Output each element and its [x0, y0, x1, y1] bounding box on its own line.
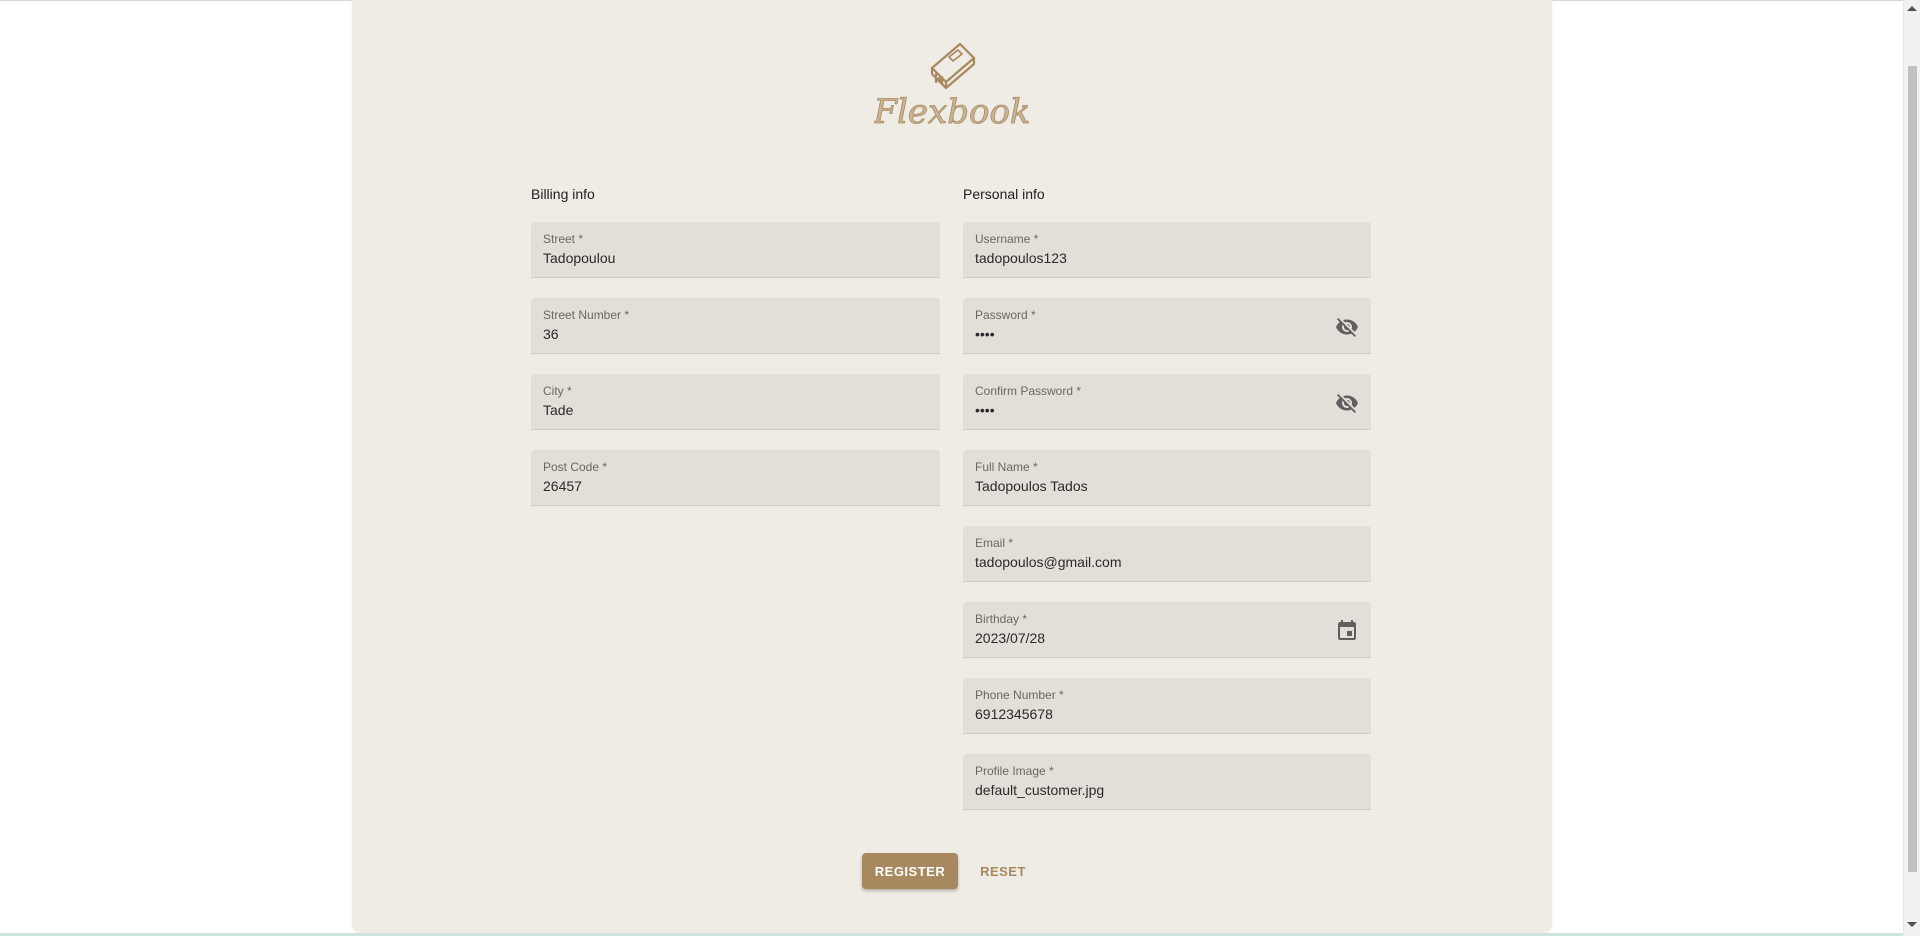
- street-field[interactable]: Street *: [531, 222, 940, 278]
- street-number-field[interactable]: Street Number *: [531, 298, 940, 354]
- calendar-icon[interactable]: [1335, 619, 1359, 643]
- full-name-label: Full Name *: [975, 460, 1038, 474]
- street-input[interactable]: [543, 250, 863, 266]
- confirm-password-input[interactable]: [975, 402, 1295, 418]
- post-code-input[interactable]: [543, 478, 863, 494]
- username-input[interactable]: [975, 250, 1295, 266]
- street-label: Street *: [543, 232, 584, 246]
- street-number-label: Street Number *: [543, 308, 630, 322]
- confirm-password-label: Confirm Password *: [975, 384, 1082, 398]
- email-label: Email *: [975, 536, 1014, 550]
- brand-wordmark: Flexbook: [874, 92, 1030, 132]
- password-input[interactable]: [975, 326, 1295, 342]
- flexbook-logo: Flexbook: [874, 42, 1030, 132]
- scroll-down-arrow-icon[interactable]: [1907, 922, 1917, 927]
- password-field[interactable]: Password *: [963, 298, 1371, 354]
- eye-off-icon[interactable]: [1335, 315, 1359, 339]
- profile-image-input[interactable]: [975, 782, 1295, 798]
- password-label: Password *: [975, 308, 1036, 322]
- register-button[interactable]: REGISTER: [862, 853, 958, 889]
- birthday-field[interactable]: Birthday *: [963, 602, 1371, 658]
- scrollbar-thumb[interactable]: [1908, 66, 1917, 872]
- full-name-input[interactable]: [975, 478, 1295, 494]
- post-code-label: Post Code *: [543, 460, 608, 474]
- reset-button[interactable]: RESET: [970, 853, 1036, 889]
- book-icon: [930, 42, 976, 90]
- username-field[interactable]: Username *: [963, 222, 1371, 278]
- city-input[interactable]: [543, 402, 863, 418]
- profile-image-label: Profile Image *: [975, 764, 1054, 778]
- phone-number-input[interactable]: [975, 706, 1295, 722]
- birthday-input[interactable]: [975, 630, 1295, 646]
- personal-info-heading: Personal info: [963, 186, 1045, 202]
- city-field[interactable]: City *: [531, 374, 940, 430]
- profile-image-field[interactable]: Profile Image *: [963, 754, 1371, 810]
- full-name-field[interactable]: Full Name *: [963, 450, 1371, 506]
- post-code-field[interactable]: Post Code *: [531, 450, 940, 506]
- phone-number-label: Phone Number *: [975, 688, 1064, 702]
- email-field[interactable]: Email *: [963, 526, 1371, 582]
- city-label: City *: [543, 384, 572, 398]
- email-input[interactable]: [975, 554, 1295, 570]
- eye-off-icon[interactable]: [1335, 391, 1359, 415]
- scroll-up-arrow-icon[interactable]: [1907, 6, 1917, 11]
- street-number-input[interactable]: [543, 326, 863, 342]
- phone-number-field[interactable]: Phone Number *: [963, 678, 1371, 734]
- billing-info-heading: Billing info: [531, 186, 595, 202]
- birthday-label: Birthday *: [975, 612, 1028, 626]
- registration-card: Flexbook Billing info Street * Street Nu…: [352, 0, 1552, 933]
- confirm-password-field[interactable]: Confirm Password *: [963, 374, 1371, 430]
- vertical-scrollbar[interactable]: [1903, 0, 1920, 936]
- username-label: Username *: [975, 232, 1039, 246]
